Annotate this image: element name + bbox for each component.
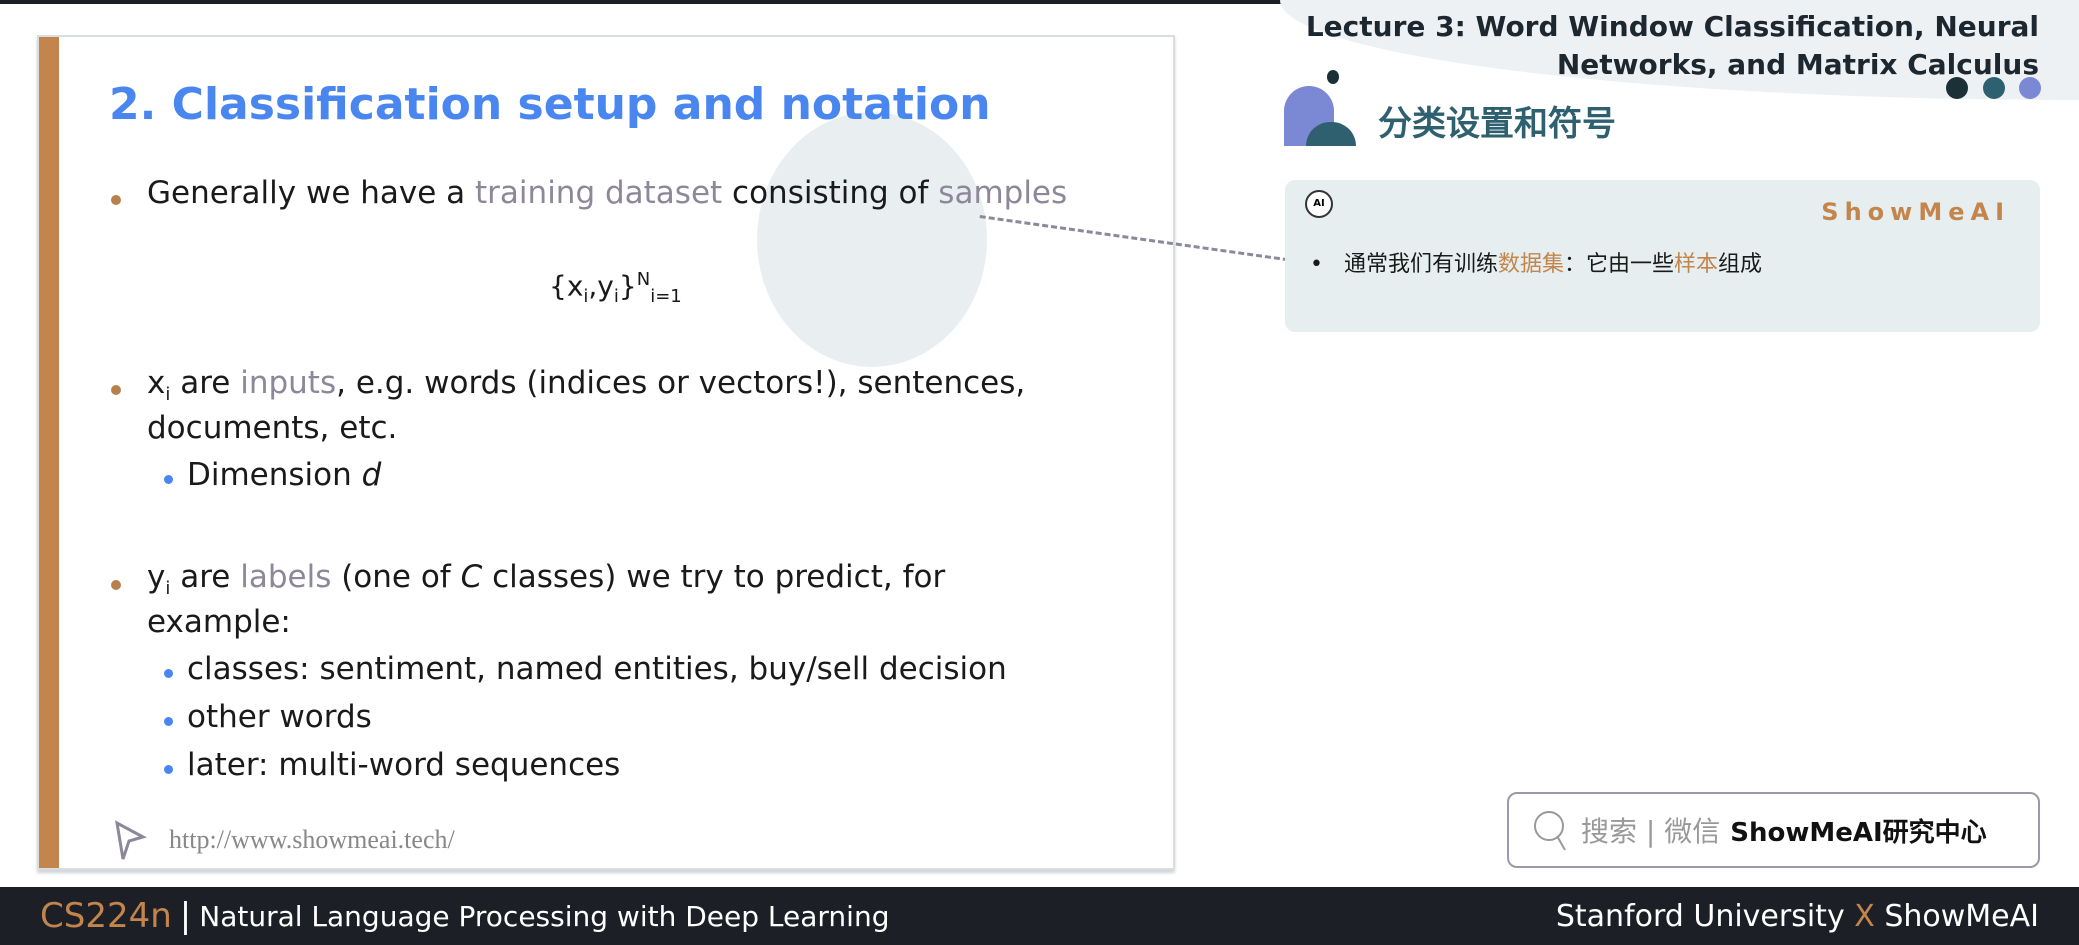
t: , e.g. words (indices or vectors!), sent… (336, 365, 1026, 401)
t: 组成 (1718, 252, 1763, 277)
t: } (618, 269, 637, 303)
t: N (636, 269, 651, 290)
highlight: training dataset (475, 175, 723, 211)
notes-card: AI ShowMeAI • 通常我们有训练数据集：它由一些样本组成 (1285, 180, 2040, 332)
ai-robot-icon: AI (1305, 190, 1333, 218)
text: Generally we have a (147, 175, 476, 211)
t: C (460, 559, 483, 595)
highlight: 样本 (1674, 252, 1719, 277)
website-link[interactable]: http://www.showmeai.tech/ (169, 825, 455, 855)
separator: | (179, 896, 192, 936)
sub-bullet (164, 475, 173, 484)
t: are (170, 559, 241, 595)
sub-bullet-later: later: multi-word sequences (187, 747, 621, 783)
search-icon (1534, 811, 1566, 851)
slide-accent-bar (39, 37, 59, 868)
sub-bullet-dimension: Dimension d (187, 457, 381, 493)
notes-bullet: • 通常我们有训练数据集：它由一些样本组成 (1310, 252, 1763, 277)
highlight: labels (240, 559, 332, 595)
t: {x (549, 269, 584, 303)
lecture-title: Lecture 3: Word Window Classification, N… (1306, 8, 2039, 84)
sub-bullet (164, 717, 173, 726)
sub-bullet (164, 765, 173, 774)
t: ：它由一些 (1564, 252, 1675, 277)
t: d (361, 457, 382, 493)
bullet-training-dataset: Generally we have a training dataset con… (147, 175, 1067, 211)
text: consisting of (722, 175, 939, 211)
footer-brand: Stanford University X ShowMeAI (1556, 899, 2039, 934)
bullet (111, 195, 121, 205)
t: i=1 (650, 285, 682, 307)
t: x (147, 365, 166, 401)
search-brand: ShowMeAI研究中心 (1730, 817, 1987, 848)
sub-bullet (164, 669, 173, 678)
cursor-icon (115, 820, 147, 860)
course-code: CS224n (40, 896, 172, 936)
brand-label: ShowMeAI (1821, 198, 2010, 226)
decor-dot (1946, 77, 1968, 99)
decor-dot (2019, 77, 2041, 99)
t: X (1854, 898, 1875, 934)
t: (one of (331, 559, 461, 595)
sub-bullet-classes: classes: sentiment, named entities, buy/… (187, 651, 1007, 687)
highlight: 数据集 (1497, 252, 1564, 277)
t: y (147, 559, 166, 595)
bullet (111, 385, 121, 395)
decor-dot (1983, 77, 2005, 99)
t: are (170, 365, 241, 401)
t: 通常我们有训练 (1343, 252, 1498, 277)
bullet-inputs: xi are inputs, e.g. words (indices or ve… (147, 365, 1025, 405)
lecture-title-line2: Networks, and Matrix Calculus (1556, 48, 2039, 81)
bullet-labels-cont: example: (147, 604, 291, 640)
course-name: Natural Language Processing with Deep Le… (199, 899, 890, 933)
decor-dot (1327, 70, 1339, 84)
slide: 2. Classification setup and notation Gen… (37, 35, 1175, 870)
t: Stanford University (1555, 898, 1855, 934)
highlight: inputs (240, 365, 337, 401)
footer: CS224n | Natural Language Processing wit… (0, 887, 2079, 945)
search-label: 搜索 | 微信 (1581, 815, 1721, 848)
lecture-title-line1: Lecture 3: Word Window Classification, N… (1305, 10, 2039, 43)
t: ,y (588, 269, 614, 303)
bullet-labels: yi are labels (one of C classes) we try … (147, 559, 945, 599)
formula: {xi,yi}Ni=1 (549, 269, 682, 307)
sub-bullet-other-words: other words (187, 699, 372, 735)
t: ShowMeAI (1874, 898, 2039, 934)
t: classes) we try to predict, for (482, 559, 946, 595)
t: Dimension (187, 457, 362, 493)
notes-title: 分类设置和符号 (1378, 104, 1616, 144)
bullet-inputs-cont: documents, etc. (147, 410, 398, 446)
search-box[interactable]: 搜索 | 微信 ShowMeAI研究中心 (1507, 792, 2040, 868)
highlight: samples (938, 175, 1068, 211)
decor-circle (757, 112, 987, 367)
bullet (111, 580, 121, 590)
slide-title: 2. Classification setup and notation (109, 79, 991, 130)
